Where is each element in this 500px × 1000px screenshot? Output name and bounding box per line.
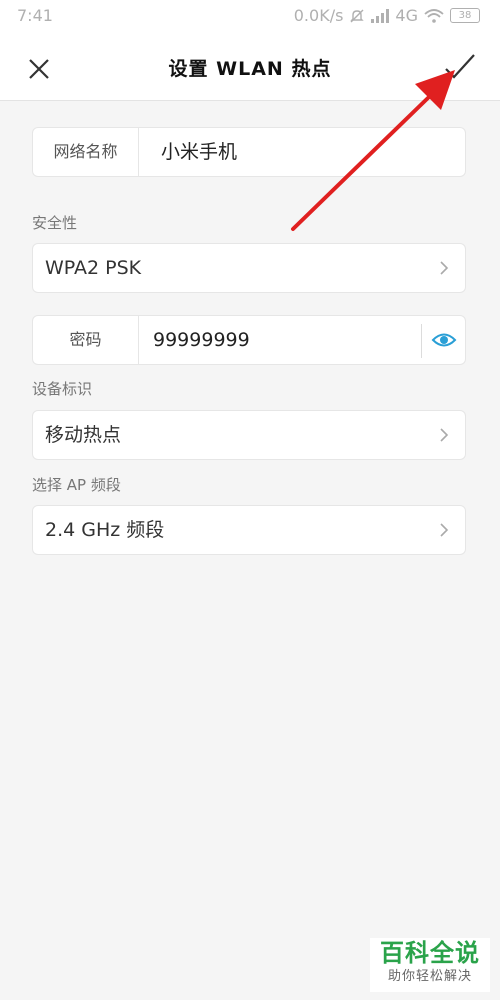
- mute-bell-icon: [350, 9, 365, 22]
- watermark-main: 百科全说: [380, 939, 480, 967]
- network-speed: 0.0K/s: [293, 6, 344, 25]
- ap-band-section-label: 选择 AP 频段: [32, 476, 121, 494]
- device-id-section-label: 设备标识: [32, 380, 93, 398]
- chevron-right-icon: [440, 523, 449, 537]
- security-section-label: 安全性: [32, 214, 78, 232]
- page-title: 设置 WLAN 热点: [168, 58, 332, 80]
- network-name-input[interactable]: 小米手机: [161, 128, 237, 176]
- network-name-label: 网络名称: [33, 128, 139, 176]
- device-id-selector[interactable]: 移动热点: [32, 410, 466, 460]
- security-selector[interactable]: WPA2 PSK: [32, 243, 466, 293]
- network-type: 4G: [395, 6, 418, 25]
- ap-band-value: 2.4 GHz 频段: [45, 519, 165, 541]
- network-name-field[interactable]: 网络名称 小米手机: [32, 127, 466, 177]
- device-id-value: 移动热点: [45, 424, 122, 446]
- eye-icon[interactable]: [431, 328, 457, 352]
- wifi-icon: [424, 8, 444, 23]
- status-indicators: 0.0K/s 4G 38: [294, 6, 480, 25]
- signal-icon: [371, 8, 390, 23]
- watermark-sub: 助你轻松解决: [387, 969, 472, 984]
- battery-level: 38: [458, 10, 472, 21]
- ap-band-selector[interactable]: 2.4 GHz 频段: [32, 505, 466, 555]
- password-label: 密码: [33, 316, 139, 364]
- password-input[interactable]: 99999999: [153, 316, 250, 364]
- password-field[interactable]: 密码 99999999: [32, 315, 466, 365]
- app-header: 设置 WLAN 热点: [0, 34, 500, 101]
- status-bar: 7:41 0.0K/s 4G 38: [0, 0, 500, 34]
- password-divider: [421, 324, 422, 358]
- battery-icon: 38: [450, 8, 480, 23]
- status-time: 7:41: [17, 6, 53, 25]
- check-icon[interactable]: [440, 48, 480, 88]
- watermark-logo: 百科全说 助你轻松解决: [370, 938, 490, 992]
- security-value: WPA2 PSK: [45, 257, 142, 279]
- chevron-right-icon: [440, 261, 449, 275]
- chevron-right-icon: [440, 428, 449, 442]
